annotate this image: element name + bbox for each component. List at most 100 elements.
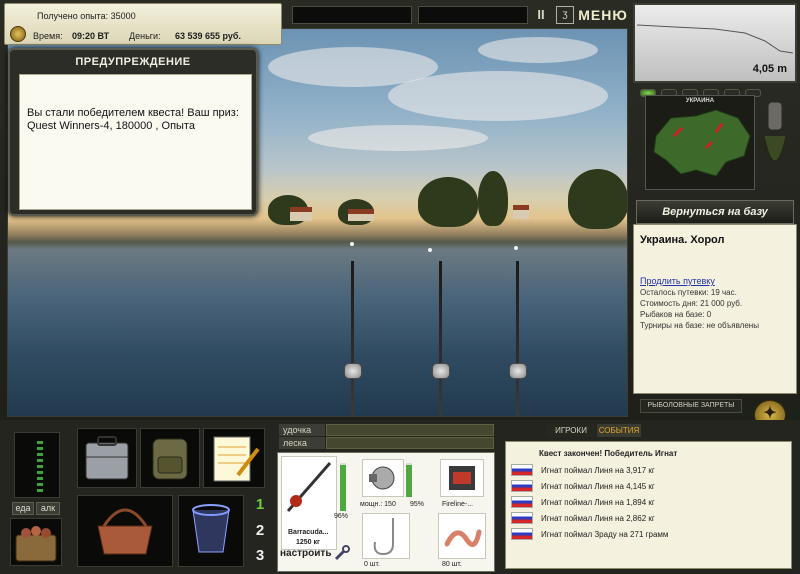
fishing-rod-2[interactable] [439, 261, 442, 416]
tree [568, 169, 627, 229]
cloud [388, 71, 608, 121]
event-text: Игнат поймал Линя на 3,917 кг [541, 466, 655, 475]
clock-icon [10, 26, 26, 42]
keepnet-slot[interactable] [178, 495, 244, 567]
cloud [478, 37, 598, 63]
reel-icon [344, 363, 362, 379]
russia-flag-icon [511, 496, 533, 508]
region-map[interactable]: УКРАИНА [645, 95, 755, 190]
event-text: Игнат поймал Линя на 4,145 кг [541, 482, 655, 491]
russia-flag-icon [511, 480, 533, 492]
event-text: Игнат поймал Зраду на 271 грамм [541, 530, 669, 539]
tree [418, 177, 478, 227]
echo-sounder: 4,05 m [633, 3, 797, 83]
house [348, 209, 374, 221]
creel-slot[interactable] [77, 495, 173, 567]
reel-wear-bar [406, 463, 412, 497]
float[interactable] [350, 242, 354, 246]
food-tab[interactable]: еда [12, 502, 34, 515]
reel-item-slot[interactable] [362, 459, 404, 497]
warning-dialog: ПРЕДУПРЕЖДЕНИЕ Вы стали победителем квес… [8, 48, 258, 216]
experience-text: Получено опыта: 35000 [37, 11, 136, 21]
day-cost: Стоимость дня: 21 000 руб. [640, 299, 743, 308]
rod-label: удочка [279, 424, 325, 436]
rod-slot-1[interactable]: 1 [251, 494, 269, 516]
fishing-bans-button[interactable]: РЫБОЛОВНЫЕ ЗАПРЕТЫ [640, 399, 742, 413]
fishing-rod-1[interactable] [351, 261, 354, 416]
basket-icon [97, 508, 153, 555]
notepad-icon [213, 436, 260, 482]
game-screen: Получено опыта: 35000 Время: 09:20 ВТ Де… [0, 0, 800, 574]
bait-worm-icon [444, 529, 482, 547]
player-status: Получено опыта: 35000 Время: 09:20 ВТ Де… [4, 3, 282, 45]
location-info: Украина. Хорол Продлить путевку Осталось… [633, 224, 797, 394]
reel-percent: 95% [410, 501, 425, 508]
hook-icon [373, 518, 394, 556]
backpack-icon [152, 438, 188, 480]
warning-message: Вы стали победителем квеста! Ваш приз: Q… [19, 74, 252, 210]
events-header: Квест закончен! Победитель Игнат [539, 449, 678, 458]
rod-tension-bar [326, 424, 494, 436]
notepad-slot[interactable] [203, 428, 265, 488]
location-name: Украина. Хорол [640, 234, 725, 246]
permit-remaining: Осталось путевки: 19 час. [640, 288, 737, 297]
menu-button[interactable]: МЕНЮ [578, 4, 628, 26]
tackle-box-slot[interactable] [77, 428, 137, 488]
fishing-rod-3[interactable] [516, 261, 519, 416]
russia-flag-icon [511, 464, 533, 476]
reel-icon [509, 363, 527, 379]
rod-icon [286, 462, 332, 512]
warning-title: ПРЕДУПРЕЖДЕНИЕ [75, 56, 191, 68]
time-value: 09:20 ВТ [72, 31, 110, 41]
russia-flag-icon [511, 528, 533, 540]
house [290, 207, 312, 221]
line-label: леска [279, 437, 325, 449]
line-name: Fireline-... [442, 501, 474, 508]
money-value: 63 539 655 руб. [175, 31, 241, 41]
rod-weight: 1250 кг [296, 539, 320, 546]
russia-flag-icon [511, 512, 533, 524]
backpack-slot[interactable] [140, 428, 200, 488]
event-text: Игнат поймал Линя на 2,862 кг [541, 514, 655, 523]
return-to-base-button[interactable]: Вернуться на базу [636, 200, 794, 224]
setup-button[interactable]: настроить [280, 548, 331, 559]
list-item: Игнат поймал Линя на 1,894 кг [511, 496, 791, 510]
float[interactable] [428, 248, 432, 252]
events-log: Квест закончен! Победитель Игнат Игнат п… [505, 441, 792, 569]
reel-item-icon [369, 466, 395, 490]
list-item: Игнат поймал Зраду на 271 грамм [511, 528, 791, 542]
bait-item-slot[interactable] [438, 513, 486, 559]
hunger-meter [14, 432, 60, 498]
rod-wear-bar [340, 463, 346, 511]
house [513, 205, 529, 219]
cloud [308, 125, 488, 151]
players-tab[interactable]: ИГРОКИ [547, 424, 595, 437]
wrench-icon[interactable] [333, 544, 351, 562]
language-button[interactable]: ʒ [556, 6, 574, 24]
tree [478, 171, 508, 226]
extend-permit-link[interactable]: Продлить путевку [640, 276, 790, 287]
alcohol-tab[interactable]: алк [36, 502, 60, 515]
line-item-slot[interactable] [440, 459, 484, 497]
map-title: УКРАИНА [685, 98, 715, 104]
line-tension-bar [326, 437, 494, 449]
event-text: Игнат поймал Линя на 1,894 кг [541, 498, 655, 507]
hook-count: 0 шт. [364, 561, 380, 568]
rod-item-slot[interactable]: Barracuda... 1250 кг [281, 456, 337, 550]
rod-name: Barracuda... [288, 529, 329, 536]
food-slot[interactable] [10, 518, 62, 566]
fishing-line-spool-icon [449, 466, 475, 490]
reel-icon [432, 363, 450, 379]
events-tab[interactable]: СОБЫТИЯ [597, 424, 641, 437]
bait-count: 80 шт. [442, 561, 462, 568]
rod-slot-2[interactable]: 2 [251, 520, 269, 542]
list-item: Игнат поймал Линя на 3,917 кг [511, 464, 791, 478]
hook-item-slot[interactable] [362, 513, 410, 559]
rod-slot-3[interactable]: 3 [251, 545, 269, 567]
list-item: Игнат поймал Линя на 2,862 кг [511, 512, 791, 526]
food-box-icon [15, 526, 57, 562]
float[interactable] [514, 246, 518, 250]
time-label: Время: [33, 31, 63, 41]
top-slot-left [292, 6, 412, 24]
pause-button[interactable]: II [534, 6, 548, 24]
